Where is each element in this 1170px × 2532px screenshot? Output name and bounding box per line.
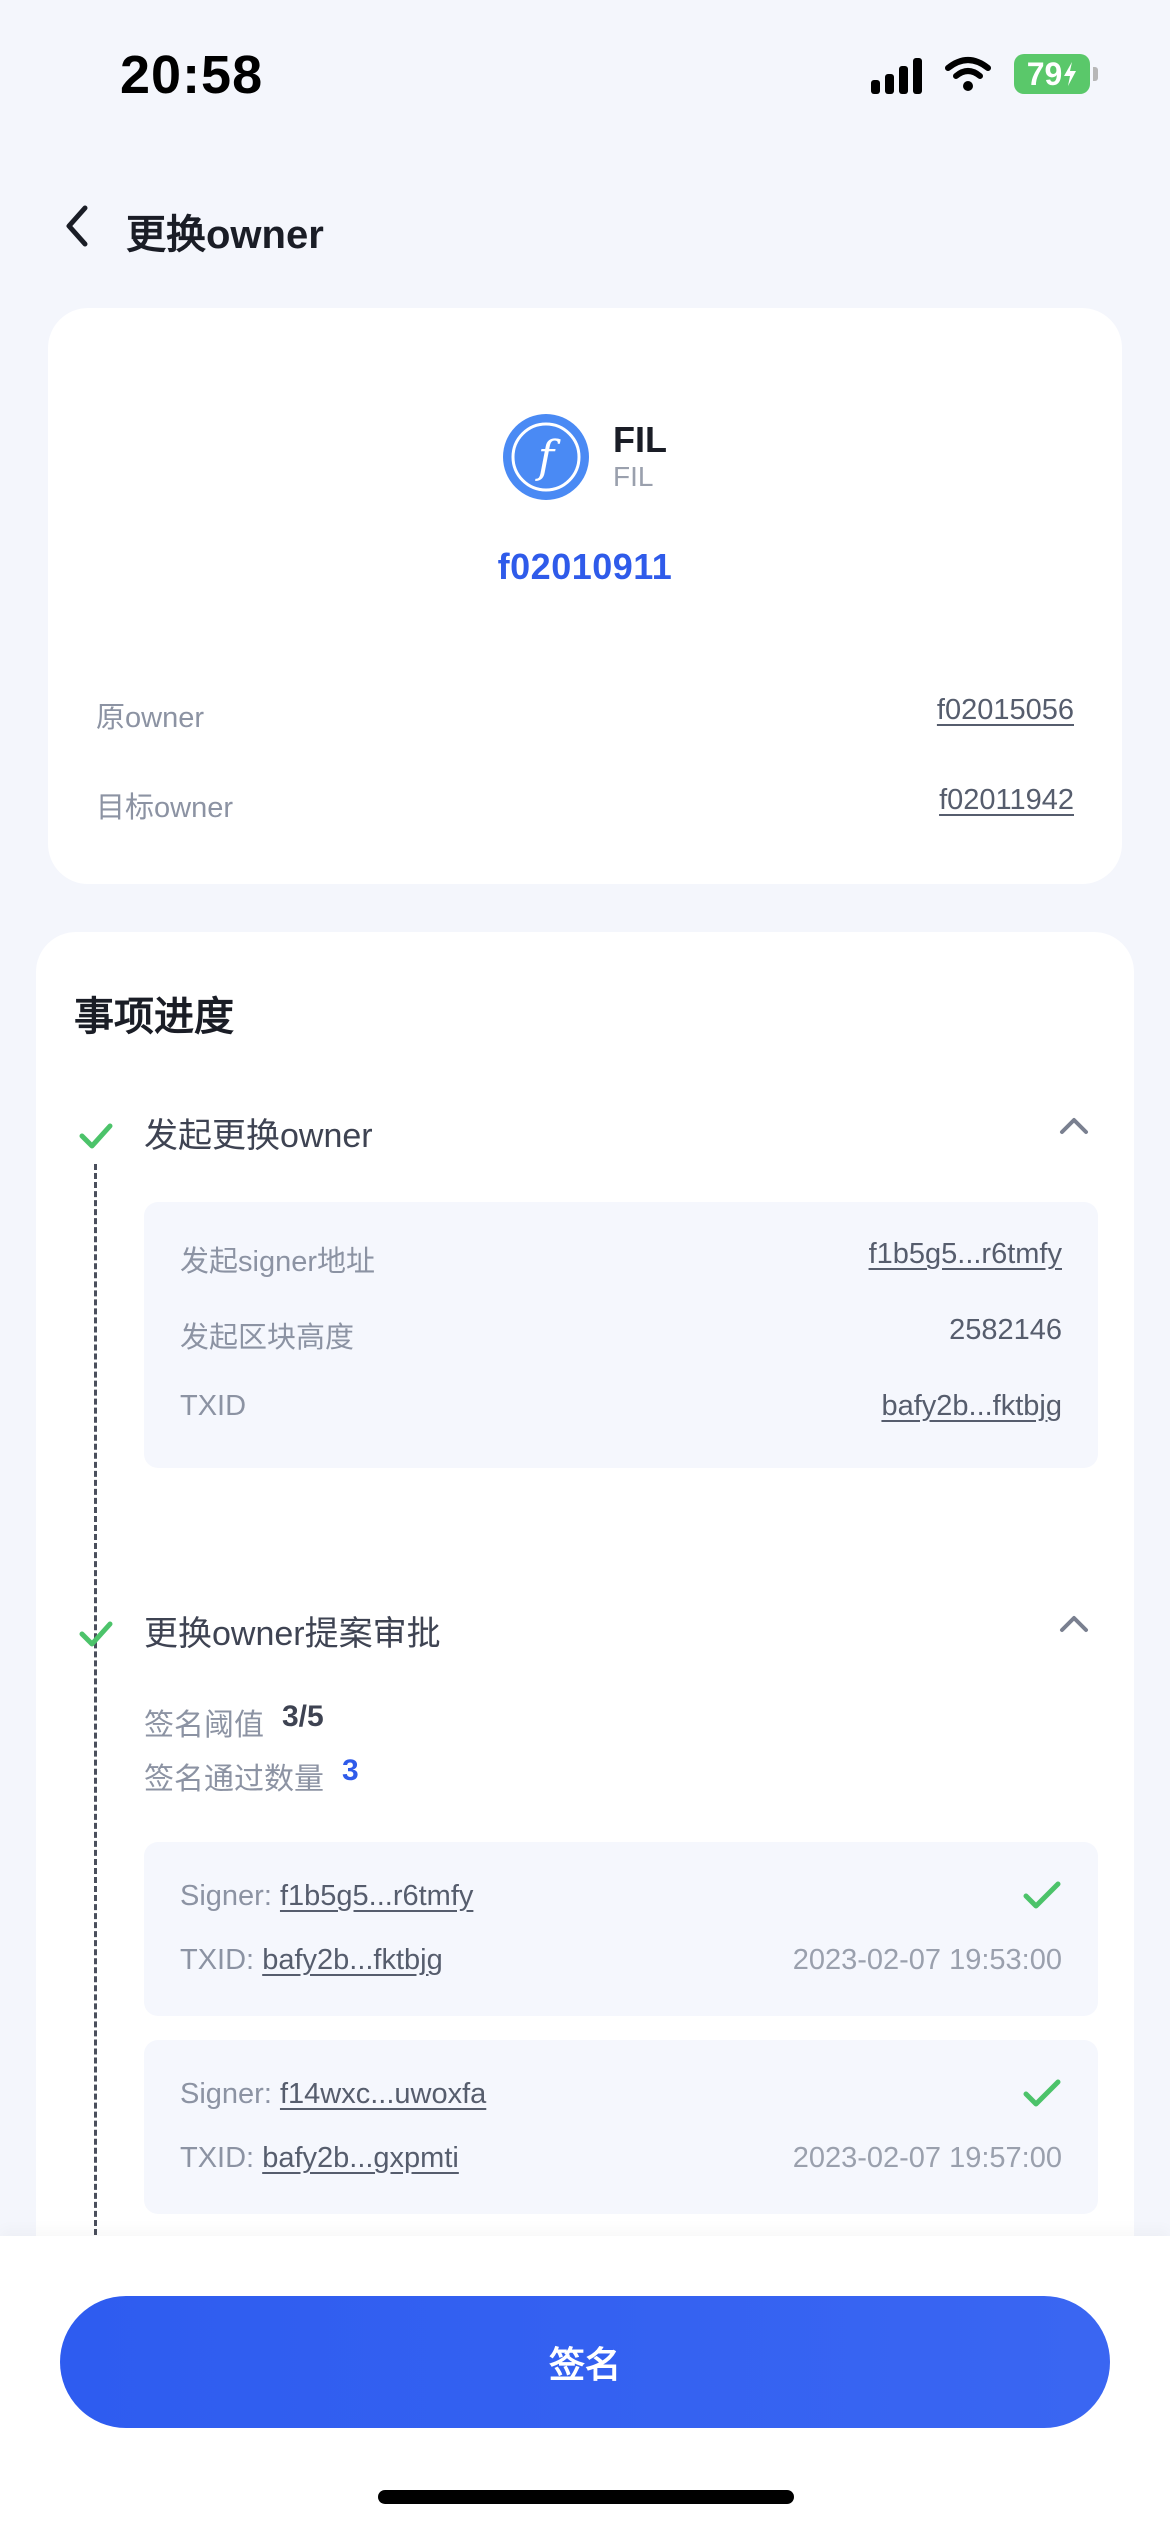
sign-button[interactable]: 签名 [60, 2296, 1110, 2428]
timeline-line [94, 1164, 97, 2244]
chevron-left-icon [66, 205, 88, 247]
check-icon [1023, 2079, 1061, 2107]
signer-label: Signer: [180, 2078, 272, 2110]
initiate-txid-link[interactable]: bafy2b...fktbjg [881, 1390, 1062, 1423]
initiate-signer-row: 发起signer地址 f1b5g5...r6tmfy [180, 1238, 1062, 1280]
miner-id[interactable]: f02010911 [48, 546, 1122, 588]
bottom-action-bar: 签名 [0, 2236, 1170, 2532]
initiate-signer-link[interactable]: f1b5g5...r6tmfy [869, 1238, 1062, 1280]
check-icon [79, 1123, 113, 1149]
back-button[interactable] [52, 198, 102, 254]
threshold-label: 签名阈值 [144, 1709, 264, 1742]
status-time: 20:58 [120, 45, 264, 105]
txid-link[interactable]: bafy2b...gxpmti [262, 2142, 459, 2174]
status-icons: 79 [871, 54, 1098, 94]
txid-label: TXID: [180, 2142, 255, 2174]
signed-time: 2023-02-07 19:53:00 [792, 1944, 1062, 1976]
nav-bar: 更换owner [0, 180, 1170, 270]
signer-line: Signer: f1b5g5...r6tmfy [180, 1880, 473, 1913]
battery-icon: 79 [1014, 54, 1098, 94]
check-icon [79, 1621, 113, 1647]
txid-line: TXID: bafy2b...gxpmti [180, 2142, 459, 2175]
coin-header: f FIL FIL [48, 414, 1122, 500]
coin-symbol: FIL [613, 419, 667, 460]
screen: 20:58 79 更换owner f FIL FIL f02010911 原ow… [0, 0, 1170, 2532]
fil-logo-icon: f [503, 414, 589, 500]
original-owner-row: 原owner f02015056 [96, 694, 1074, 736]
block-height-value: 2582146 [949, 1314, 1062, 1346]
coin-names: FIL FIL [613, 420, 667, 494]
check-icon [1023, 1881, 1061, 1909]
passed-count-label: 签名通过数量 [144, 1763, 324, 1796]
wifi-icon [944, 56, 992, 92]
step-approval-title: 更换owner提案审批 [144, 1615, 441, 1653]
target-owner-row: 目标owner f02011942 [96, 784, 1074, 826]
chevron-up-icon[interactable] [1056, 1612, 1092, 1636]
detail-label: 发起signer地址 [180, 1246, 375, 1278]
svg-text:f: f [535, 432, 561, 483]
txid-link[interactable]: bafy2b...fktbjg [262, 1944, 443, 1976]
passed-count-row: 签名通过数量 3 [144, 1754, 359, 1798]
signer-item: Signer: f1b5g5...r6tmfy TXID: bafy2b...f… [144, 1842, 1098, 2016]
page-title: 更换owner [126, 213, 324, 257]
signer-item: Signer: f14wxc...uwoxfa TXID: bafy2b...g… [144, 2040, 1098, 2214]
target-owner-label: 目标owner [96, 792, 233, 824]
coin-subtitle: FIL [613, 461, 654, 492]
initiate-height-row: 发起区块高度 2582146 [180, 1314, 1062, 1356]
initiate-txid-row: TXID bafy2b...fktbjg [180, 1390, 1062, 1423]
signal-icon [871, 54, 922, 94]
txid-line: TXID: bafy2b...fktbjg [180, 1944, 443, 1977]
step-initiate-title: 发起更换owner [144, 1117, 373, 1155]
original-owner-link[interactable]: f02015056 [937, 694, 1074, 736]
original-owner-label: 原owner [96, 702, 204, 734]
detail-label: TXID [180, 1390, 247, 1422]
passed-count-value: 3 [342, 1754, 359, 1787]
threshold-value: 3/5 [282, 1700, 324, 1733]
initiate-detail-box: 发起signer地址 f1b5g5...r6tmfy 发起区块高度 258214… [144, 1202, 1098, 1468]
chevron-up-icon[interactable] [1056, 1114, 1092, 1138]
status-bar: 20:58 79 [0, 0, 1170, 150]
signer-line: Signer: f14wxc...uwoxfa [180, 2078, 486, 2111]
target-owner-link[interactable]: f02011942 [939, 784, 1074, 826]
signer-address-link[interactable]: f1b5g5...r6tmfy [280, 1880, 473, 1912]
signed-time: 2023-02-07 19:57:00 [792, 2142, 1062, 2174]
home-indicator[interactable] [378, 2490, 794, 2504]
owner-info-card: f FIL FIL f02010911 原owner f02015056 目标o… [48, 308, 1122, 884]
progress-title: 事项进度 [74, 995, 234, 1039]
detail-label: 发起区块高度 [180, 1322, 355, 1354]
signer-address-link[interactable]: f14wxc...uwoxfa [280, 2078, 486, 2110]
battery-level: 79 [1026, 56, 1063, 92]
threshold-row: 签名阈值 3/5 [144, 1700, 324, 1744]
txid-label: TXID: [180, 1944, 255, 1976]
signer-label: Signer: [180, 1880, 272, 1912]
